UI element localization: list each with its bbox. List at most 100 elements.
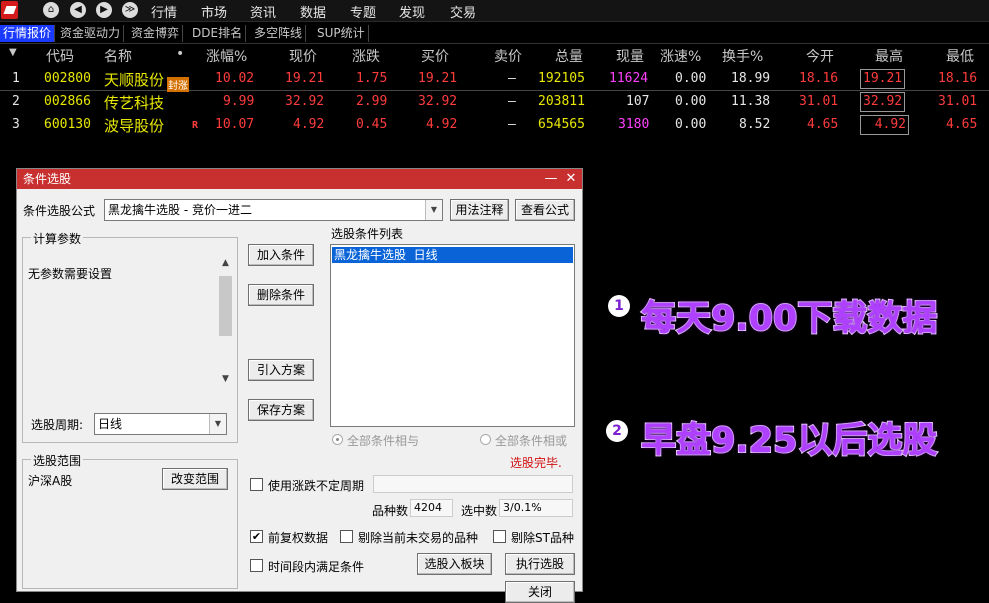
- scroll-down-icon[interactable]: ▼: [218, 374, 233, 384]
- tab-sup-stats[interactable]: SUP统计: [314, 25, 369, 42]
- formula-select[interactable]: 黑龙擒牛选股 - 竞价一进二 ▼: [104, 199, 443, 221]
- bid: 32.92: [418, 94, 458, 109]
- tab-dde-rank[interactable]: DDE排名: [189, 25, 247, 42]
- row-index: 1: [12, 71, 20, 86]
- col-name[interactable]: 名称: [104, 46, 132, 66]
- exclude-st-checkbox[interactable]: [493, 530, 506, 543]
- scroll-up-icon[interactable]: ▲: [218, 258, 233, 268]
- count-value: 4204: [410, 499, 453, 517]
- col-code[interactable]: 代码: [46, 46, 74, 66]
- stock-name: 传艺科技: [104, 94, 165, 112]
- import-plan-button[interactable]: 引入方案: [248, 359, 314, 381]
- chg-pct: 10.07: [215, 117, 255, 132]
- tab-fund-drive[interactable]: 资金驱动力: [57, 25, 125, 42]
- bid: 19.21: [418, 71, 458, 86]
- radio-all-and-label: 全部条件相与: [347, 434, 420, 448]
- add-condition-button[interactable]: 加入条件: [248, 244, 314, 266]
- col-dot[interactable]: •: [176, 46, 184, 62]
- forward-adjust-checkbox[interactable]: ✔: [250, 530, 263, 543]
- margin-tag: R: [192, 120, 199, 131]
- forward-adjust-label: 前复权数据: [268, 531, 329, 545]
- usage-notes-button[interactable]: 用法注释: [450, 199, 509, 221]
- run-select-button[interactable]: 执行选股: [505, 553, 575, 575]
- price: 32.92: [285, 94, 325, 109]
- volume: 654565: [538, 117, 585, 132]
- menu-trade[interactable]: 交易: [450, 2, 476, 21]
- condition-list-item[interactable]: 黑龙擒牛选股 日线: [332, 247, 573, 263]
- dropdown-icon[interactable]: ≫: [122, 2, 138, 18]
- col-ask[interactable]: 卖价: [494, 46, 522, 66]
- open: 18.16: [799, 71, 839, 86]
- menu-quotes[interactable]: 行情: [151, 2, 177, 21]
- col-volume[interactable]: 总量: [555, 46, 583, 66]
- chevron-down-icon[interactable]: ▼: [209, 414, 226, 434]
- close-button[interactable]: 关闭: [505, 581, 575, 603]
- period-label: 选股周期:: [31, 418, 84, 432]
- stock-code: 002800: [44, 71, 91, 86]
- high: 4.92: [860, 115, 909, 135]
- params-scrollbar[interactable]: ▲ ▼: [218, 258, 233, 384]
- irregular-period-field[interactable]: [373, 475, 573, 493]
- col-cur-volume[interactable]: 现量: [616, 46, 644, 66]
- menu-market[interactable]: 市场: [201, 2, 227, 21]
- chg-pct: 9.99: [223, 94, 255, 109]
- table-row[interactable]: 2 002866 传艺科技 9.99 32.92 2.99 32.92 — 20…: [0, 91, 989, 114]
- col-bid[interactable]: 买价: [421, 46, 449, 66]
- table-row[interactable]: 3 600130 波导股份 R 10.07 4.92 0.45 4.92 — 6…: [0, 114, 989, 137]
- condition-list-label: 选股条件列表: [331, 227, 404, 241]
- open: 31.01: [799, 94, 839, 109]
- chevron-down-icon[interactable]: ▼: [425, 200, 442, 220]
- menu-topics[interactable]: 专题: [350, 2, 376, 21]
- row-index: 3: [12, 117, 20, 132]
- forward-icon[interactable]: ▶: [96, 2, 112, 18]
- count-label: 品种数: [372, 504, 409, 518]
- low: 31.01: [938, 94, 978, 109]
- irregular-period-checkbox[interactable]: [250, 478, 263, 491]
- limit-up-badge: 封涨: [167, 77, 189, 92]
- back-icon[interactable]: ◀: [70, 2, 86, 18]
- view-formula-button[interactable]: 查看公式: [515, 199, 575, 221]
- radio-all-and[interactable]: [332, 434, 343, 445]
- sort-arrow-icon[interactable]: ▼: [9, 47, 17, 58]
- menu-discover[interactable]: 发现: [399, 2, 425, 21]
- tab-long-short[interactable]: 多空阵线: [251, 25, 307, 42]
- exclude-untraded-checkbox[interactable]: [340, 530, 353, 543]
- col-speed[interactable]: 涨速%: [660, 46, 701, 66]
- col-low[interactable]: 最低: [946, 46, 974, 66]
- col-price[interactable]: 现价: [289, 46, 317, 66]
- col-chg[interactable]: 涨跌: [352, 46, 380, 66]
- quote-table-header: ▼ 代码 名称 • 涨幅% 现价 涨跌 买价 卖价 总量 现量 涨速% 换手% …: [0, 45, 989, 67]
- menu-news[interactable]: 资讯: [250, 2, 276, 21]
- condition-list[interactable]: 黑龙擒牛选股 日线: [330, 244, 575, 427]
- save-plan-button[interactable]: 保存方案: [248, 399, 314, 421]
- close-icon[interactable]: ✕: [563, 170, 579, 187]
- step1-caption: 每天9.00下载数据: [640, 298, 938, 340]
- col-open[interactable]: 今开: [806, 46, 834, 66]
- table-row[interactable]: 1 002800 天顺股份 封涨 10.02 19.21 1.75 19.21 …: [0, 68, 989, 92]
- scroll-thumb[interactable]: [219, 276, 232, 336]
- selected-value: 3/0.1%: [499, 499, 573, 517]
- radio-all-or[interactable]: [480, 434, 491, 445]
- delete-condition-button[interactable]: 删除条件: [248, 284, 314, 306]
- col-high[interactable]: 最高: [875, 46, 903, 66]
- to-block-button[interactable]: 选股入板块: [417, 553, 492, 575]
- tab-quotes[interactable]: 行情报价: [0, 25, 56, 42]
- speed: 0.00: [675, 71, 707, 86]
- tab-fund-game[interactable]: 资金博弈: [128, 25, 184, 42]
- minimize-icon[interactable]: —: [543, 170, 559, 187]
- home-icon[interactable]: ⌂: [43, 2, 59, 18]
- col-turnover[interactable]: 换手%: [722, 46, 763, 66]
- app-logo-icon[interactable]: [1, 1, 18, 19]
- range-group: 选股范围 沪深A股 改变范围: [22, 452, 238, 589]
- condition-select-dialog: 条件选股 — ✕ 条件选股公式 黑龙擒牛选股 - 竞价一进二 ▼ 用法注释 查看…: [16, 168, 583, 603]
- time-period-checkbox[interactable]: [250, 559, 263, 572]
- speed: 0.00: [675, 94, 707, 109]
- period-select[interactable]: 日线 ▼: [94, 413, 227, 435]
- speed: 0.00: [675, 117, 707, 132]
- price: 4.92: [293, 117, 325, 132]
- col-chg-pct[interactable]: 涨幅%: [206, 46, 247, 66]
- step2-caption: 早盘9.25以后选股: [640, 420, 938, 462]
- menu-data[interactable]: 数据: [300, 2, 326, 21]
- dialog-title-bar[interactable]: 条件选股: [17, 169, 582, 189]
- change-range-button[interactable]: 改变范围: [162, 468, 228, 490]
